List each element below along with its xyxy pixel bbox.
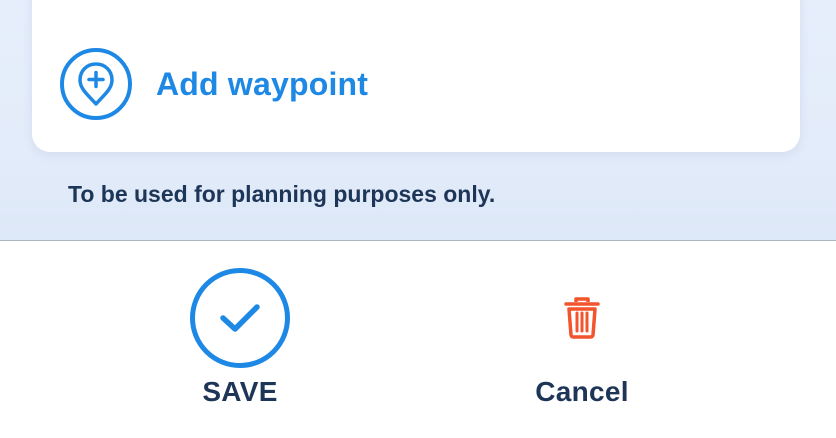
save-button[interactable]: SAVE (140, 268, 340, 408)
planning-disclaimer: To be used for planning purposes only. (68, 181, 496, 207)
cancel-label: Cancel (535, 376, 629, 407)
save-label: SAVE (202, 376, 278, 407)
add-waypoint-button[interactable]: Add waypoint (60, 48, 368, 120)
map-pin-plus-icon (60, 48, 132, 120)
action-bar: SAVE Cancel (0, 242, 836, 438)
waypoint-card: Add waypoint (32, 0, 800, 152)
add-waypoint-label: Add waypoint (156, 65, 369, 102)
checkmark-icon (190, 268, 290, 368)
waypoints-panel: Add waypoint To be used for planning pur… (0, 0, 836, 241)
trash-icon (532, 268, 632, 368)
cancel-button[interactable]: Cancel (482, 268, 682, 408)
